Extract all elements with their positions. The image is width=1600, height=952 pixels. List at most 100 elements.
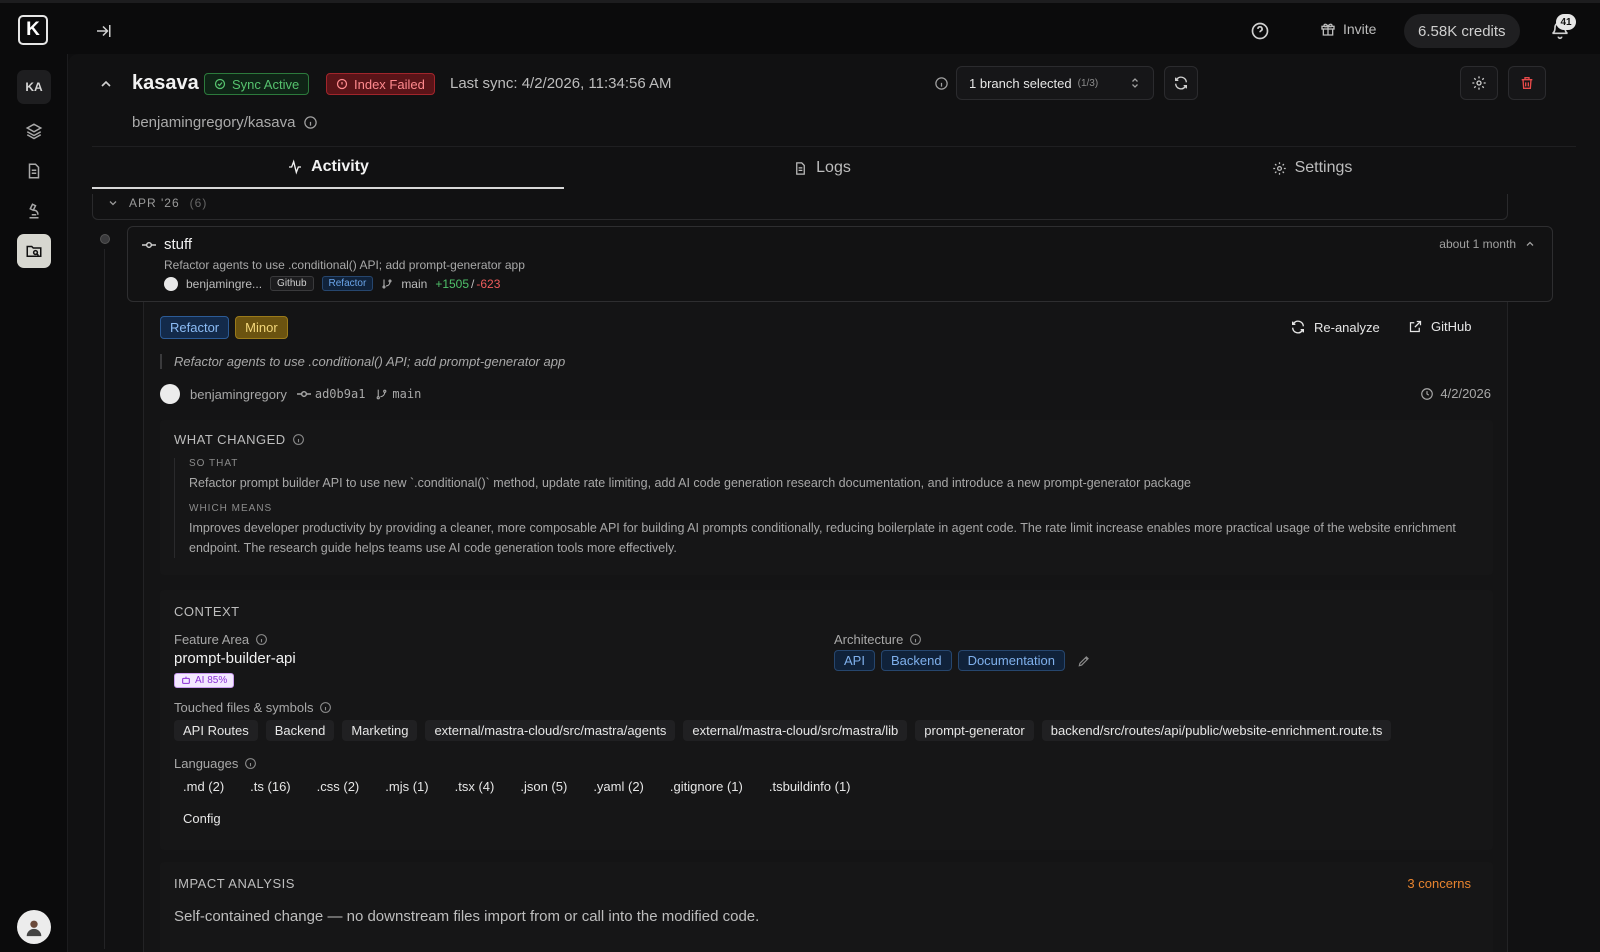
detail-date-text: 4/2/2026 [1440, 386, 1491, 401]
what-changed-body: SO THAT Refactor prompt builder API to u… [174, 458, 1484, 558]
author-avatar [160, 384, 180, 404]
language-item: Config [183, 811, 221, 826]
info-icon[interactable] [934, 76, 950, 92]
tab-settings[interactable]: Settings [1082, 147, 1542, 189]
invite-button[interactable]: Invite [1320, 21, 1376, 37]
tab-activity[interactable]: Activity [92, 147, 564, 189]
workspace-avatar[interactable]: KA [17, 70, 51, 104]
language-item: .md (2) [183, 779, 225, 794]
user-avatar[interactable] [17, 910, 51, 944]
delete-repo-button[interactable] [1508, 66, 1546, 100]
size-pill: Minor [235, 316, 288, 339]
context-section: CONTEXT Feature Area prompt-builder-api … [160, 590, 1493, 850]
touched-label-text: Touched files & symbols [174, 700, 314, 715]
repo-settings-button[interactable] [1460, 66, 1498, 100]
language-item: .css (2) [316, 779, 360, 794]
commit-meta: benjamingre... Github Refactor main +150… [164, 276, 500, 291]
layers-icon[interactable] [17, 114, 51, 148]
architecture-tag: API [834, 650, 875, 671]
touched-chip[interactable]: API Routes [174, 720, 258, 741]
ai-confidence: AI 85% [174, 672, 235, 690]
deletions: -623 [476, 276, 501, 291]
tab-logs-label: Logs [816, 159, 851, 176]
info-icon[interactable] [292, 433, 305, 446]
external-link-icon [1409, 320, 1422, 333]
feature-area-label: Feature Area [174, 632, 268, 647]
commit-sha[interactable]: ad0b9a1 [315, 387, 366, 401]
type-pill: Refactor [160, 316, 230, 339]
chevron-up-icon[interactable] [1524, 238, 1536, 250]
month-toggle[interactable]: APR '26 (6) [107, 196, 207, 210]
source-tag: Github [270, 276, 314, 291]
touched-chip[interactable]: external/mastra-cloud/src/mastra/agents [425, 720, 676, 741]
what-changed-label: WHAT CHANGED [174, 432, 286, 447]
github-label: GitHub [1431, 319, 1472, 334]
clock-icon [1421, 387, 1434, 400]
tab-logs[interactable]: Logs [592, 147, 1052, 189]
feature-area-value: prompt-builder-api [174, 650, 296, 667]
folder-search-icon[interactable] [17, 234, 51, 268]
github-link[interactable]: GitHub [1408, 319, 1471, 334]
gear-icon [1472, 76, 1486, 90]
tab-activity-label: Activity [311, 158, 369, 175]
commit-branch: main [401, 276, 428, 291]
commit-title: stuff [164, 236, 193, 253]
touched-chip[interactable]: prompt-generator [915, 720, 1034, 741]
architecture-tag: Documentation [957, 650, 1066, 671]
architecture-label-text: Architecture [834, 632, 904, 647]
touched-chip[interactable]: backend/src/routes/api/public/website-en… [1041, 720, 1392, 741]
touched-chip[interactable]: Backend [265, 720, 335, 741]
sidebar: KA [0, 54, 68, 952]
document-icon[interactable] [17, 154, 51, 188]
language-item: .ts (16) [250, 779, 291, 794]
check-circle-icon [214, 78, 226, 90]
language-item: .tsx (4) [454, 779, 495, 794]
branch-selector[interactable]: 1 branch selected (1/3) [956, 66, 1154, 100]
refresh-button[interactable] [1164, 66, 1198, 100]
ai-confidence-text: AI 85% [195, 674, 228, 686]
info-icon[interactable] [909, 633, 922, 646]
tab-bar: Activity Logs Settings [92, 146, 1576, 189]
pencil-icon[interactable] [1077, 654, 1091, 668]
credits-button[interactable]: 6.58K credits [1404, 14, 1520, 48]
month-label: APR '26 [129, 196, 180, 210]
git-branch-icon [377, 389, 387, 399]
commit-description: Refactor agents to use .conditional() AP… [164, 258, 525, 272]
help-icon[interactable] [1250, 21, 1270, 41]
expand-sidebar-icon[interactable] [92, 20, 114, 42]
app-logo[interactable]: K [18, 15, 48, 45]
commit-quote: Refactor agents to use .conditional() AP… [160, 354, 565, 369]
microscope-icon[interactable] [17, 194, 51, 228]
month-count: (6) [189, 196, 208, 210]
which-means-text: Improves developer productivity by provi… [189, 521, 1456, 555]
month-group: APR '26 (6) [92, 194, 1508, 220]
git-branch-icon [382, 279, 392, 288]
reanalyze-button[interactable]: Re-analyze [1290, 319, 1380, 335]
commit-card[interactable]: stuff about 1 month Refactor agents to u… [127, 226, 1553, 302]
info-icon[interactable] [319, 701, 332, 714]
which-means-label: WHICH MEANS [189, 503, 273, 514]
alert-circle-icon [336, 78, 348, 90]
detail-meta: benjamingregory ad0b9a1 main [160, 384, 421, 404]
impact-section: IMPACT ANALYSIS 3 concerns Self-containe… [160, 862, 1493, 952]
sync-status-badge: Sync Active [204, 73, 310, 95]
language-item: .json (5) [520, 779, 568, 794]
concerns-count[interactable]: 3 concerns [1407, 876, 1471, 891]
collapse-repo-icon[interactable] [98, 76, 116, 94]
what-changed-title: WHAT CHANGED [174, 432, 305, 447]
language-item: .tsbuildinfo (1) [768, 779, 851, 794]
touched-chip[interactable]: Marketing [342, 720, 418, 741]
main-panel: kasava Sync Active Index Failed Last syn… [68, 54, 1600, 952]
language-item: .gitignore (1) [669, 779, 743, 794]
info-icon[interactable] [244, 757, 257, 770]
info-icon[interactable] [303, 115, 318, 130]
invite-label: Invite [1343, 21, 1377, 37]
timeline-line [104, 249, 105, 949]
branch-selector-label: 1 branch selected [969, 75, 1072, 91]
commit-time: about 1 month [1439, 237, 1536, 251]
type-tag: Refactor [321, 276, 374, 291]
index-status-badge: Index Failed [326, 73, 435, 95]
info-icon[interactable] [255, 633, 268, 646]
so-that-label: SO THAT [189, 458, 239, 469]
touched-chip[interactable]: external/mastra-cloud/src/mastra/lib [683, 720, 908, 741]
